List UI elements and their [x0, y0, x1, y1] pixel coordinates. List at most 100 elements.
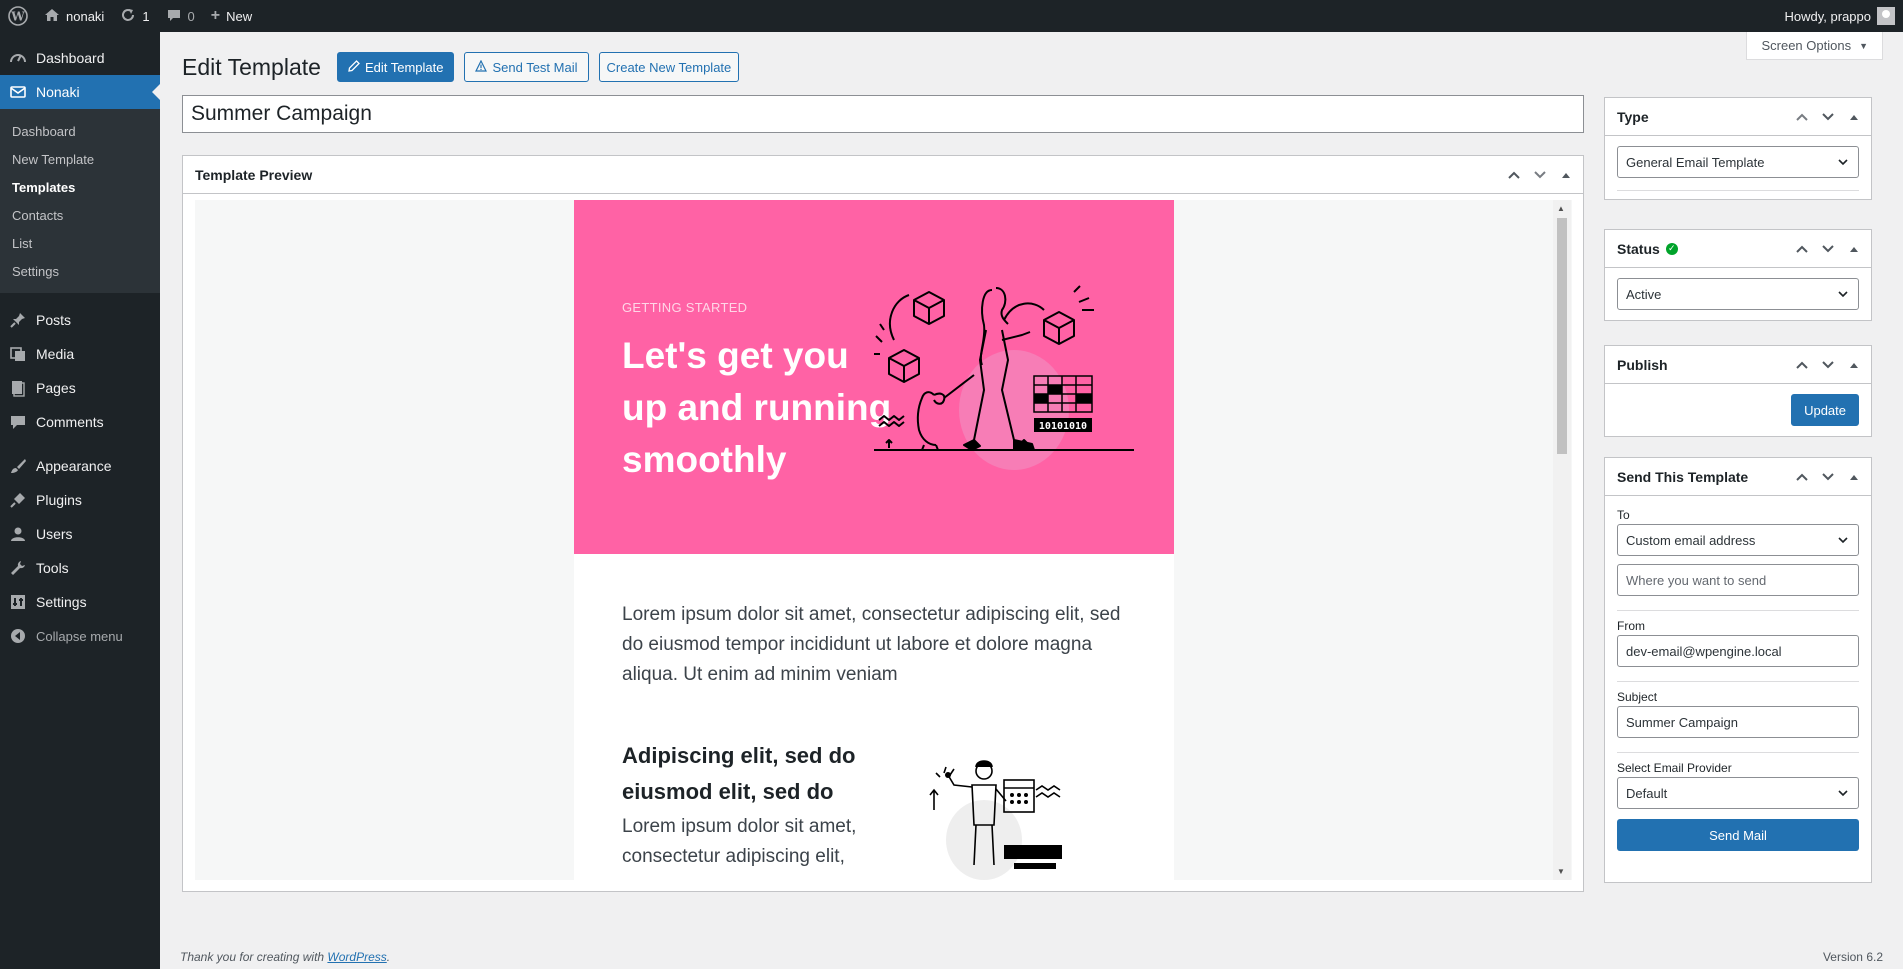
submenu-item-templates[interactable]: Templates	[0, 173, 160, 201]
admin-footer: Thank you for creating with WordPress. V…	[180, 950, 1883, 964]
move-up-icon[interactable]	[1791, 466, 1813, 488]
move-down-icon[interactable]	[1817, 106, 1839, 128]
updates-icon	[120, 7, 136, 26]
submenu-item-dashboard[interactable]: Dashboard	[0, 117, 160, 145]
comment-bubble-icon	[166, 7, 182, 26]
sidebar-item-posts[interactable]: Posts	[0, 303, 160, 337]
move-up-icon[interactable]	[1791, 106, 1813, 128]
plus-icon: +	[210, 7, 221, 24]
sidebar-item-label: Nonaki	[36, 84, 80, 100]
recipient-type-value: Custom email address	[1626, 532, 1756, 548]
site-name: nonaki	[66, 8, 105, 24]
my-account-link[interactable]: Howdy, prappo	[1785, 7, 1903, 25]
sidebar-item-users[interactable]: Users	[0, 517, 160, 551]
comments-count: 0	[187, 8, 195, 24]
recipient-email-input[interactable]: Where you want to send	[1617, 564, 1859, 596]
from-email-input[interactable]: dev-email@wpengine.local	[1617, 635, 1859, 667]
feature-text: Lorem ipsum dolor sit amet, consectetur …	[622, 816, 857, 867]
chevron-down-icon	[1836, 786, 1850, 803]
new-content-link[interactable]: + New	[203, 0, 260, 32]
submenu-item-list[interactable]: List	[0, 229, 160, 257]
template-type-select[interactable]: General Email Template	[1617, 146, 1859, 178]
move-up-icon[interactable]	[1791, 354, 1813, 376]
move-down-icon[interactable]	[1817, 238, 1839, 260]
nonaki-submenu: Dashboard New Template Templates Contact…	[0, 109, 160, 293]
email-provider-select[interactable]: Default	[1617, 777, 1859, 809]
scroll-up-icon[interactable]: ▲	[1557, 204, 1565, 213]
subject-input[interactable]: Summer Campaign	[1617, 706, 1859, 738]
move-down-icon[interactable]	[1817, 466, 1839, 488]
wordpress-link[interactable]: WordPress	[327, 950, 386, 964]
home-icon	[44, 7, 60, 26]
sidebar-item-pages[interactable]: Pages	[0, 371, 160, 405]
sidebar-item-plugins[interactable]: Plugins	[0, 483, 160, 517]
woman-with-dog-illustration: 10101010	[874, 285, 1134, 470]
toggle-panel-icon[interactable]	[1843, 354, 1865, 376]
preview-scrollbar[interactable]: ▲ ▼	[1553, 200, 1571, 880]
sidebar-item-label: Tools	[36, 560, 69, 576]
toggle-panel-icon[interactable]	[1555, 164, 1577, 186]
template-title-input[interactable]: Summer Campaign	[182, 95, 1584, 133]
new-label: New	[226, 8, 253, 24]
status-select[interactable]: Active	[1617, 278, 1859, 310]
pages-icon	[8, 378, 28, 398]
template-preview-frame[interactable]: GETTING STARTED Let's get you up and run…	[195, 200, 1572, 880]
submenu-item-new-template[interactable]: New Template	[0, 145, 160, 173]
site-name-link[interactable]: nonaki	[36, 0, 112, 32]
email-provider-value: Default	[1626, 785, 1668, 801]
pushpin-icon	[8, 310, 28, 330]
updates-link[interactable]: 1	[112, 0, 157, 32]
send-test-mail-button[interactable]: Send Test Mail	[464, 52, 589, 82]
main-content: Screen Options ▼ Edit Template Edit Temp…	[160, 32, 1903, 969]
sidebar-item-label: Media	[36, 346, 75, 362]
toggle-panel-icon[interactable]	[1843, 238, 1865, 260]
toggle-panel-icon[interactable]	[1843, 466, 1865, 488]
send-test-mail-label: Send Test Mail	[492, 59, 578, 75]
footer-thanks-text: Thank you for creating with	[180, 950, 325, 964]
sidebar-item-dashboard[interactable]: Dashboard	[0, 41, 160, 75]
move-down-icon[interactable]	[1817, 354, 1839, 376]
avatar	[1877, 7, 1895, 25]
chevron-down-icon	[1836, 155, 1850, 172]
man-with-calendar-illustration	[929, 760, 1062, 880]
to-label: To	[1617, 508, 1630, 522]
comments-link[interactable]: 0	[158, 0, 203, 32]
edit-template-button[interactable]: Edit Template	[336, 52, 455, 82]
collapse-menu-button[interactable]: Collapse menu	[0, 619, 160, 653]
email-hero: GETTING STARTED Let's get you up and run…	[574, 200, 1174, 554]
page-heading: Edit Template Edit Template Send Test Ma…	[182, 52, 749, 82]
hero-kicker: GETTING STARTED	[622, 300, 748, 315]
edit-template-label: Edit Template	[364, 59, 444, 75]
type-box-header: Type	[1605, 98, 1871, 136]
sidebar-item-label: Dashboard	[36, 50, 105, 66]
footer-thanks: Thank you for creating with WordPress.	[180, 950, 391, 964]
collapse-menu-label: Collapse menu	[36, 628, 123, 644]
sidebar-item-settings[interactable]: Settings	[0, 585, 160, 619]
from-label: From	[1617, 619, 1645, 633]
toggle-panel-icon[interactable]	[1843, 106, 1865, 128]
move-up-icon[interactable]	[1791, 238, 1813, 260]
sidebar-item-comments[interactable]: Comments	[0, 405, 160, 439]
page-title: Edit Template	[182, 53, 321, 80]
pencil-icon	[348, 59, 360, 75]
submenu-item-settings[interactable]: Settings	[0, 257, 160, 285]
scroll-thumb[interactable]	[1557, 218, 1567, 454]
create-new-template-button[interactable]: Create New Template	[598, 52, 740, 82]
update-button[interactable]: Update	[1791, 394, 1859, 426]
wordpress-logo-icon[interactable]: W	[0, 0, 36, 32]
screen-options-button[interactable]: Screen Options ▼	[1746, 32, 1883, 60]
move-down-icon[interactable]	[1529, 164, 1551, 186]
move-up-icon[interactable]	[1503, 164, 1525, 186]
status-value: Active	[1626, 286, 1662, 302]
scroll-down-icon[interactable]: ▼	[1557, 867, 1565, 876]
chevron-down-icon	[1836, 533, 1850, 550]
settings-sliders-icon	[8, 592, 28, 612]
sidebar-item-tools[interactable]: Tools	[0, 551, 160, 585]
sidebar-item-appearance[interactable]: Appearance	[0, 449, 160, 483]
sidebar-item-nonaki[interactable]: Nonaki	[0, 75, 160, 109]
check-circle-icon: ✓	[1665, 242, 1678, 255]
submenu-item-contacts[interactable]: Contacts	[0, 201, 160, 229]
recipient-type-select[interactable]: Custom email address	[1617, 524, 1859, 556]
send-mail-button[interactable]: Send Mail	[1617, 819, 1859, 851]
sidebar-item-media[interactable]: Media	[0, 337, 160, 371]
